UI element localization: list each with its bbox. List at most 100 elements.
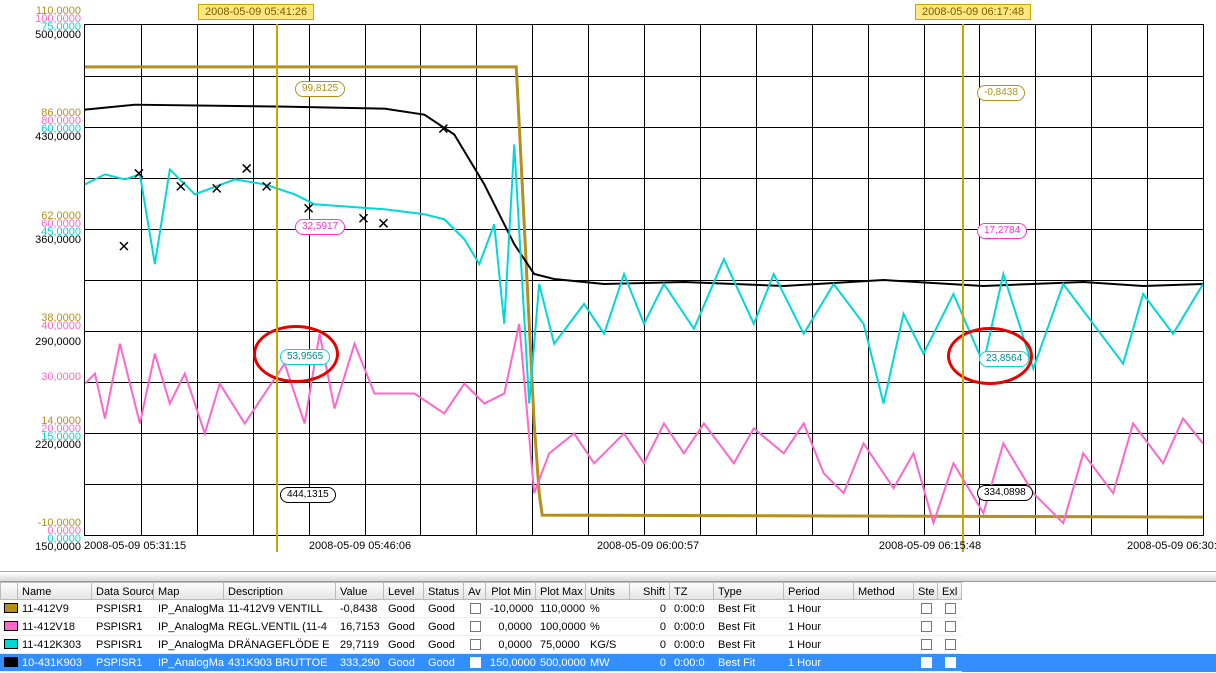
checkbox-av[interactable] [470, 639, 481, 650]
checkbox-exl[interactable] [945, 603, 956, 614]
cell-map: IP_AnalogMa [154, 618, 224, 636]
col-av[interactable]: Av [464, 582, 486, 600]
color-swatch [4, 603, 18, 613]
checkbox-ste[interactable] [921, 657, 932, 668]
cell-status: Good [424, 600, 464, 618]
checkbox-ste[interactable] [921, 639, 932, 650]
col-method[interactable]: Method [854, 582, 914, 600]
cell-shift: 0 [630, 600, 670, 618]
checkbox-ste[interactable] [921, 621, 932, 632]
col-status[interactable]: Status [424, 582, 464, 600]
checkbox-exl[interactable] [945, 621, 956, 632]
legend-row[interactable]: 11-412V9PSPISR1IP_AnalogMa11-412V9 VENTI… [0, 600, 1216, 618]
cell-period: 1 Hour [784, 600, 854, 618]
cell-period: 1 Hour [784, 654, 854, 672]
cell-shift: 0 [630, 654, 670, 672]
legend-table: Name Data Source Map Description Value L… [0, 582, 1216, 673]
value-bubble: 53,9565 [280, 349, 330, 365]
cell-tz: 0:00:0 [670, 600, 714, 618]
col-plotmin[interactable]: Plot Min [486, 582, 536, 600]
plot-area[interactable]: 99,8125 32,5917 53,9565 444,1315 -0,8438… [84, 24, 1204, 536]
pane-divider[interactable] [0, 572, 1216, 582]
cell-shift: 0 [630, 618, 670, 636]
col-ste[interactable]: Ste [914, 582, 938, 600]
y-tick: 360,0000 [3, 235, 81, 246]
col-type[interactable]: Type [714, 582, 784, 600]
color-swatch [4, 621, 18, 631]
cell-tz: 0:00:0 [670, 618, 714, 636]
cell-datasource: PSPISR1 [92, 600, 154, 618]
cell-units: MW [586, 654, 630, 672]
cell-method [854, 654, 914, 672]
cell-units: % [586, 600, 630, 618]
value-bubble: 444,1315 [280, 487, 336, 503]
cell-period: 1 Hour [784, 636, 854, 654]
cell-plotmin: -10,0000 [486, 600, 536, 618]
y-tick: 500,0000 [3, 30, 81, 41]
col-datasource[interactable]: Data Source [92, 582, 154, 600]
time-cursor-2-label: 2008-05-09 06:17:48 [915, 4, 1031, 20]
col-units[interactable]: Units [586, 582, 630, 600]
cell-value: 333,290 [336, 654, 384, 672]
legend-row[interactable]: 10-431K903PSPISR1IP_AnalogMa431K903 BRUT… [0, 654, 1216, 672]
checkbox-av[interactable] [470, 603, 481, 614]
cell-map: IP_AnalogMa [154, 600, 224, 618]
cell-description: 11-412V9 VENTILL [224, 600, 336, 618]
y-tick: 150,0000 [3, 542, 81, 553]
col-map[interactable]: Map [154, 582, 224, 600]
time-cursor-1-label: 2008-05-09 05:41:26 [198, 4, 314, 20]
cell-status: Good [424, 636, 464, 654]
cell-level: Good [384, 636, 424, 654]
cell-plotmax: 75,0000 [536, 636, 586, 654]
legend-header: Name Data Source Map Description Value L… [0, 582, 1216, 600]
cell-plotmin: 0,0000 [486, 618, 536, 636]
cell-description: REGL.VENTIL (11-4 [224, 618, 336, 636]
cell-level: Good [384, 654, 424, 672]
cell-method [854, 636, 914, 654]
cell-type: Best Fit [714, 654, 784, 672]
legend-row[interactable]: 11-412V18PSPISR1IP_AnalogMaREGL.VENTIL (… [0, 618, 1216, 636]
col-plotmax[interactable]: Plot Max [536, 582, 586, 600]
color-swatch [4, 639, 18, 649]
cell-plotmax: 110,0000 [536, 600, 586, 618]
x-tick: 2008-05-09 06:00:57 [597, 540, 699, 552]
legend-row[interactable]: 11-412K303PSPISR1IP_AnalogMaDRÄNAGEFLÖDE… [0, 636, 1216, 654]
cell-name: 11-412V18 [18, 618, 92, 636]
checkbox-exl[interactable] [945, 657, 956, 668]
col-period[interactable]: Period [784, 582, 854, 600]
cell-status: Good [424, 618, 464, 636]
col-name[interactable]: Name [18, 582, 92, 600]
x-tick: 2008-05-09 05:31:15 [84, 540, 186, 552]
value-bubble: 23,8564 [979, 351, 1029, 367]
x-tick: 2008-05-09 06:30:3 [1127, 540, 1216, 552]
col-value[interactable]: Value [336, 582, 384, 600]
value-bubble: 17,2784 [977, 223, 1027, 239]
checkbox-av[interactable] [470, 621, 481, 632]
col-tz[interactable]: TZ [670, 582, 714, 600]
y-tick: 220,0000 [3, 440, 81, 451]
checkbox-exl[interactable] [945, 639, 956, 650]
cell-name: 11-412V9 [18, 600, 92, 618]
cell-method [854, 618, 914, 636]
cell-map: IP_AnalogMa [154, 654, 224, 672]
time-cursor-1[interactable] [276, 24, 278, 552]
col-level[interactable]: Level [384, 582, 424, 600]
time-cursor-2[interactable] [962, 24, 964, 552]
cell-tz: 0:00:0 [670, 654, 714, 672]
cell-level: Good [384, 600, 424, 618]
cell-units: KG/S [586, 636, 630, 654]
col-exl[interactable]: Exl [938, 582, 962, 600]
cell-value: 29,7119 [336, 636, 384, 654]
cell-plotmax: 500,0000 [536, 654, 586, 672]
x-tick: 2008-05-09 06:15:48 [879, 540, 981, 552]
col-shift[interactable]: Shift [630, 582, 670, 600]
color-swatch [4, 657, 18, 667]
checkbox-ste[interactable] [921, 603, 932, 614]
cell-datasource: PSPISR1 [92, 618, 154, 636]
cell-description: DRÄNAGEFLÖDE E [224, 636, 336, 654]
col-description[interactable]: Description [224, 582, 336, 600]
value-bubble: 99,8125 [295, 81, 345, 97]
trend-chart: 99,8125 32,5917 53,9565 444,1315 -0,8438… [0, 0, 1216, 572]
cell-datasource: PSPISR1 [92, 654, 154, 672]
checkbox-av[interactable] [470, 657, 481, 668]
